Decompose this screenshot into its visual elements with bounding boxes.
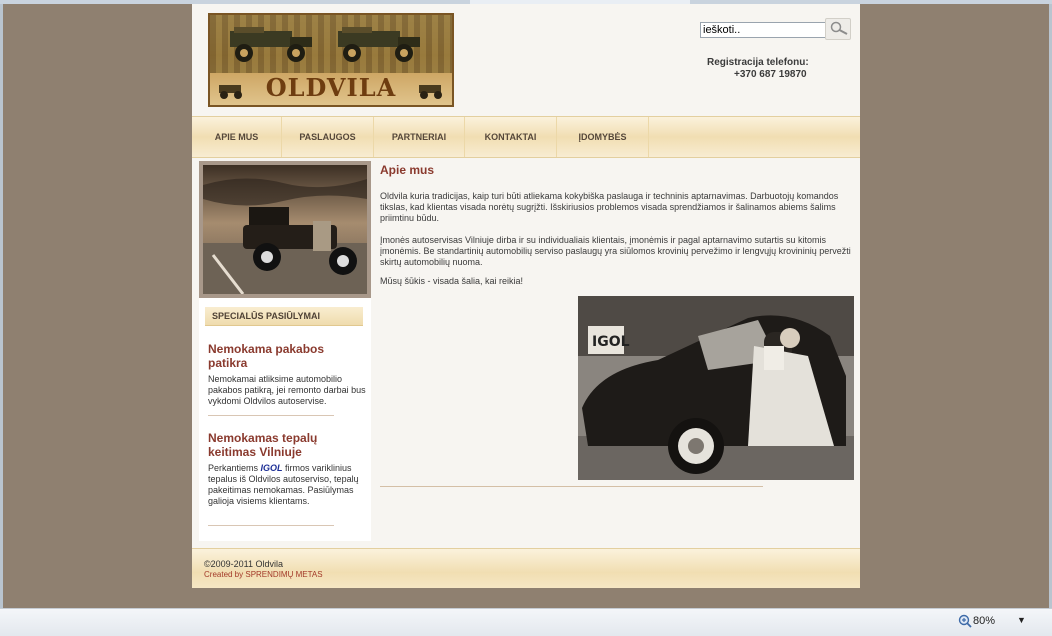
search-input[interactable] xyxy=(700,22,826,38)
sidebar: SPECIALŪS PASIŪLYMAI Nemokama pakabos pa… xyxy=(199,161,371,541)
offer-divider xyxy=(208,415,334,416)
offer-desc-suspension: Nemokamai atliksime automobilio pakabos … xyxy=(208,374,366,406)
hot-rod-photo xyxy=(199,161,371,298)
special-offers-heading: SPECIALŪS PASIŪLYMAI xyxy=(205,307,363,326)
zoom-level[interactable]: 80% xyxy=(973,615,995,627)
offer-divider xyxy=(208,525,334,526)
offer-title-oil-change[interactable]: Nemokamas tepalų keitimas Vilniuje xyxy=(208,431,338,459)
nav-item-apie-mus[interactable]: APIE MUS xyxy=(192,117,282,157)
brand-link-igol[interactable]: IGOL xyxy=(261,463,283,473)
logo-text: OLDVILA xyxy=(265,73,397,102)
registration-label: Registracija telefonu: xyxy=(707,57,809,68)
browser-status-bar: 80% ▼ xyxy=(0,608,1052,636)
offer-desc-oil-change: Perkantiems IGOL firmos variklinius tepa… xyxy=(208,463,366,507)
creator-link[interactable]: Created by SPRENDIMŲ METAS xyxy=(204,570,323,579)
search-icon xyxy=(830,21,848,35)
vintage-car-photo: IGOL xyxy=(578,296,854,480)
slogan-paragraph: Mūsų šūkis - visada šalia, kai reikia! xyxy=(380,276,524,286)
zoom-dropdown-arrow-icon[interactable]: ▼ xyxy=(1017,615,1026,625)
nav-item-idomybes[interactable]: ĮDOMYBĖS xyxy=(557,117,649,157)
nav-item-partneriai[interactable]: PARTNERIAI xyxy=(374,117,465,157)
zoom-icon[interactable] xyxy=(958,614,972,628)
nav-item-kontaktai[interactable]: KONTAKTAI xyxy=(465,117,557,157)
about-paragraph: Įmonės autoservisas Vilniuje dirba ir su… xyxy=(380,235,851,267)
hot-rod-illustration xyxy=(203,165,367,294)
vintage-car-illustration: IGOL xyxy=(578,296,854,480)
main-nav: APIE MUS PASLAUGOS PARTNERIAI KONTAKTAI … xyxy=(192,116,860,158)
copyright-text: ©2009-2011 Oldvila xyxy=(204,559,284,569)
offer-desc-text: Perkantiems xyxy=(208,463,261,473)
vintage-car-icon xyxy=(230,27,312,62)
site-logo[interactable]: OLDVILA xyxy=(208,13,454,107)
photo-sign-text: IGOL xyxy=(592,334,630,350)
search-button[interactable] xyxy=(825,18,851,40)
registration-phone: +370 687 19870 xyxy=(734,69,807,80)
vintage-car-icon xyxy=(338,27,420,62)
footer: ©2009-2011 Oldvila Created by SPRENDIMŲ … xyxy=(192,548,860,588)
nav-item-paslaugos[interactable]: PASLAUGOS xyxy=(282,117,374,157)
content-divider xyxy=(380,486,763,487)
page-title: Apie mus xyxy=(380,163,435,177)
offer-title-suspension[interactable]: Nemokama pakabos patikra xyxy=(208,342,338,370)
browser-left-frame xyxy=(0,4,3,608)
about-paragraph: Oldvila kuria tradicijas, kaip turi būti… xyxy=(380,191,839,223)
page-container: OLDVILA Registracija telefonu: +370 687 … xyxy=(192,4,860,588)
